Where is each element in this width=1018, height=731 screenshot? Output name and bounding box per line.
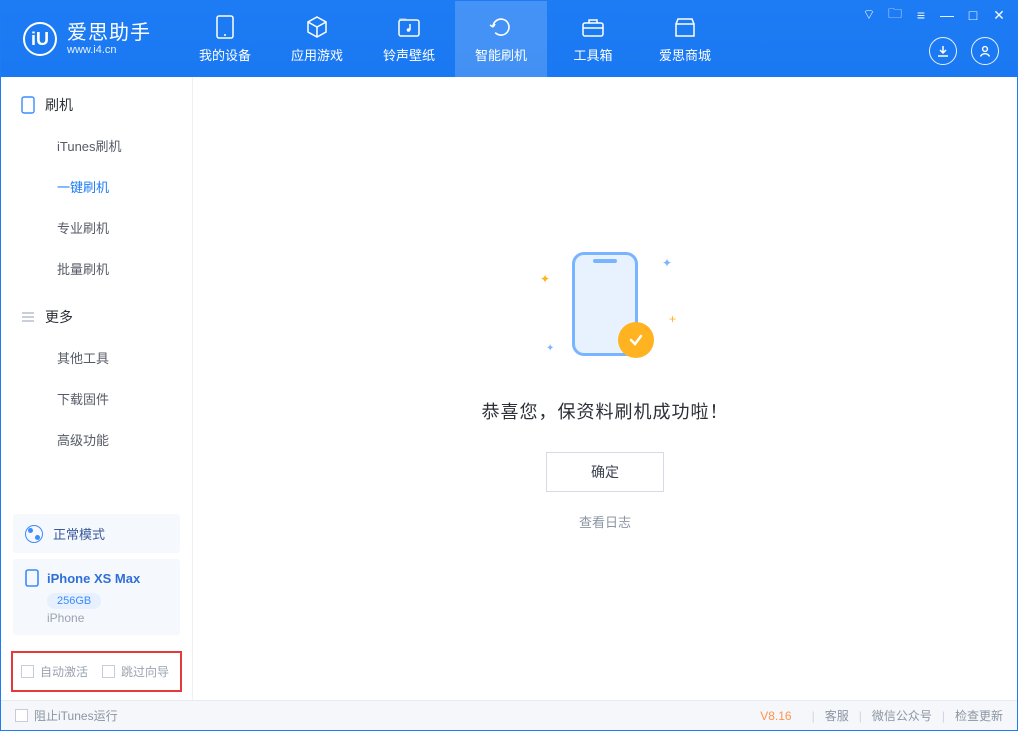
nav-label: 爱思商城: [659, 45, 711, 64]
phone-icon: [213, 15, 237, 39]
checkbox-auto-activate[interactable]: 自动激活: [21, 663, 88, 680]
sparkle-icon: ✦: [540, 272, 550, 286]
lock-icon[interactable]: 🗀: [887, 7, 903, 23]
checkbox-label: 阻止iTunes运行: [34, 707, 118, 724]
device-mode-box[interactable]: 正常模式: [13, 514, 180, 553]
device-info-box[interactable]: iPhone XS Max 256GB iPhone: [13, 559, 180, 635]
nav-my-device[interactable]: 我的设备: [179, 1, 271, 77]
checkbox-label: 跳过向导: [121, 663, 169, 680]
maximize-icon[interactable]: □: [965, 7, 981, 23]
sidebar-item-download-fw[interactable]: 下载固件: [1, 378, 192, 419]
nav-apps[interactable]: 应用游戏: [271, 1, 363, 77]
nav-toolbox[interactable]: 工具箱: [547, 1, 639, 77]
close-icon[interactable]: ✕: [991, 7, 1007, 23]
shirt-icon[interactable]: ⌔: [861, 7, 877, 23]
cube-icon: [305, 15, 329, 39]
success-illustration: ✦ ✦ ✦ +: [530, 246, 680, 366]
success-message: 恭喜您，保资料刷机成功啦！: [482, 398, 729, 424]
sidebar: 刷机 iTunes刷机 一键刷机 专业刷机 批量刷机 更多 其他工具 下载固件 …: [1, 77, 193, 700]
sparkle-icon: +: [669, 312, 676, 326]
footer-link-support[interactable]: 客服: [825, 707, 849, 724]
list-icon: [21, 310, 35, 324]
view-log-link[interactable]: 查看日志: [579, 512, 631, 531]
mode-icon: [25, 525, 43, 543]
toolbox-icon: [581, 15, 605, 39]
sidebar-section-more: 更多: [1, 289, 192, 337]
highlighted-options: 自动激活 跳过向导: [11, 651, 182, 692]
checkbox-label: 自动激活: [40, 663, 88, 680]
nav-ringtones[interactable]: 铃声壁纸: [363, 1, 455, 77]
topbar-right-actions: [929, 37, 999, 65]
app-logo: iU 爱思助手 www.i4.cn: [1, 22, 169, 56]
music-folder-icon: [397, 15, 421, 39]
phone-small-icon: [25, 569, 39, 587]
device-name: iPhone XS Max: [47, 571, 140, 586]
footer-link-update[interactable]: 检查更新: [955, 707, 1003, 724]
nav-label: 应用游戏: [291, 45, 343, 64]
app-title: 爱思助手: [67, 22, 151, 44]
refresh-shield-icon: [489, 15, 513, 39]
sidebar-item-other-tools[interactable]: 其他工具: [1, 337, 192, 378]
ok-button[interactable]: 确定: [546, 452, 664, 492]
nav-smart-flash[interactable]: 智能刷机: [455, 1, 547, 77]
main-content: ✦ ✦ ✦ + 恭喜您，保资料刷机成功啦！ 确定 查看日志: [193, 77, 1017, 700]
nav-store[interactable]: 爱思商城: [639, 1, 731, 77]
section-label: 更多: [45, 307, 73, 327]
checkbox-block-itunes[interactable]: 阻止iTunes运行: [15, 707, 118, 724]
device-type: iPhone: [47, 611, 168, 625]
version-label: V8.16: [760, 709, 791, 723]
topbar: iU 爱思助手 www.i4.cn 我的设备 应用游戏 铃声壁纸 智能刷机 工具…: [1, 1, 1017, 77]
download-button[interactable]: [929, 37, 957, 65]
sparkle-icon: ✦: [662, 256, 672, 270]
logo-icon: iU: [23, 22, 57, 56]
section-label: 刷机: [45, 95, 73, 115]
nav-label: 铃声壁纸: [383, 45, 435, 64]
nav-label: 智能刷机: [475, 45, 527, 64]
phone-small-icon: [21, 96, 35, 114]
sidebar-item-pro-flash[interactable]: 专业刷机: [1, 207, 192, 248]
sidebar-section-flash: 刷机: [1, 77, 192, 125]
window-controls: ⌔ 🗀 ≡ — □ ✕: [861, 7, 1007, 23]
mode-label: 正常模式: [53, 524, 105, 543]
nav-label: 工具箱: [573, 45, 612, 64]
body: 刷机 iTunes刷机 一键刷机 专业刷机 批量刷机 更多 其他工具 下载固件 …: [1, 77, 1017, 700]
sidebar-item-itunes-flash[interactable]: iTunes刷机: [1, 125, 192, 166]
minimize-icon[interactable]: —: [939, 7, 955, 23]
store-icon: [673, 15, 697, 39]
menu-icon[interactable]: ≡: [913, 7, 929, 23]
sidebar-item-advanced[interactable]: 高级功能: [1, 419, 192, 460]
footer-link-wechat[interactable]: 微信公众号: [872, 707, 932, 724]
device-capacity: 256GB: [47, 593, 101, 609]
checkmark-badge-icon: [618, 322, 654, 358]
checkbox-skip-guide[interactable]: 跳过向导: [102, 663, 169, 680]
nav-label: 我的设备: [199, 45, 251, 64]
main-nav: 我的设备 应用游戏 铃声壁纸 智能刷机 工具箱 爱思商城: [179, 1, 731, 77]
sparkle-icon: ✦: [546, 343, 554, 354]
footer: 阻止iTunes运行 V8.16 | 客服 | 微信公众号 | 检查更新: [1, 700, 1017, 730]
sidebar-item-one-click[interactable]: 一键刷机: [1, 166, 192, 207]
sidebar-item-batch-flash[interactable]: 批量刷机: [1, 248, 192, 289]
user-button[interactable]: [971, 37, 999, 65]
app-url: www.i4.cn: [67, 44, 151, 56]
